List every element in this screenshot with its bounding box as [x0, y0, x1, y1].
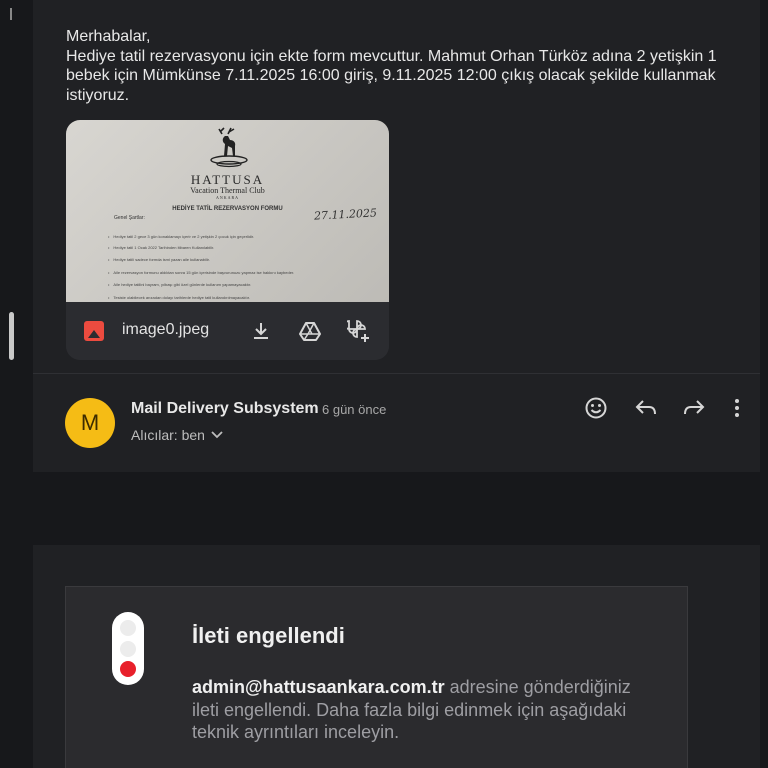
sender-name[interactable]: Mail Delivery Subsystem: [131, 400, 319, 418]
blocked-message: admin@hattusaankara.com.tr adresine gönd…: [192, 676, 662, 744]
recipients-toggle[interactable]: Alıcılar: ben: [131, 427, 223, 443]
more-icon[interactable]: [723, 394, 751, 422]
blocked-email[interactable]: admin@hattusaankara.com.tr: [192, 677, 445, 697]
drive-icon[interactable]: [295, 316, 325, 346]
message-text: Hediye tatil rezervasyonu için ekte form…: [66, 47, 717, 104]
download-icon[interactable]: [246, 316, 276, 346]
message-time: 6 gün önce: [322, 402, 387, 417]
forward-icon[interactable]: [680, 394, 708, 422]
attachment-card[interactable]: HATTUSA Vacation Thermal Club ANKARA HED…: [66, 120, 389, 360]
chevron-down-icon: [211, 431, 223, 439]
image-icon: [84, 321, 104, 341]
doc-handwritten-date: 27.11.2025: [313, 206, 378, 223]
doc-line: Hediye tatil 2 gece 3 gün konaklamayı iç…: [108, 234, 254, 239]
message-body: Merhabalar, Hediye tatil rezervasyonu iç…: [66, 27, 736, 105]
edge-mark: [10, 8, 12, 20]
deer-logo-icon: [210, 127, 248, 168]
emoji-icon[interactable]: [582, 394, 610, 422]
doc-line: Tesiste olabilecek arızadan dolayı tarih…: [108, 295, 250, 300]
attachment-preview[interactable]: HATTUSA Vacation Thermal Club ANKARA HED…: [66, 120, 389, 302]
doc-section-title: Genel Şartlar:: [114, 215, 145, 221]
doc-line: Hediye tatil 1 Ocak 2022 Tarihinden itib…: [108, 245, 214, 250]
avatar[interactable]: M: [65, 398, 115, 448]
recipients-label: Alıcılar: ben: [131, 427, 205, 443]
attachment-bar: image0.jpeg: [66, 302, 389, 360]
doc-brand-sub: Vacation Thermal Club: [190, 186, 265, 195]
message-greeting: Merhabalar,: [66, 28, 151, 45]
doc-brand-city: ANKARA: [215, 195, 240, 200]
side-drag-handle[interactable]: [9, 312, 14, 360]
photos-add-icon[interactable]: [344, 316, 374, 346]
attachment-file-name[interactable]: image0.jpeg: [122, 321, 209, 339]
traffic-light-icon: [112, 612, 144, 685]
reply-icon[interactable]: [632, 394, 660, 422]
doc-line: Aile hediye tatilini bayram, yılbaşı gib…: [108, 282, 251, 287]
divider: [33, 373, 760, 374]
doc-line: Aile rezervasyon formunu aldıktan sonra …: [108, 270, 294, 275]
doc-line: Hediye tatili sadece formda ismi yazan a…: [108, 257, 210, 262]
blocked-title: İleti engellendi: [192, 623, 345, 648]
